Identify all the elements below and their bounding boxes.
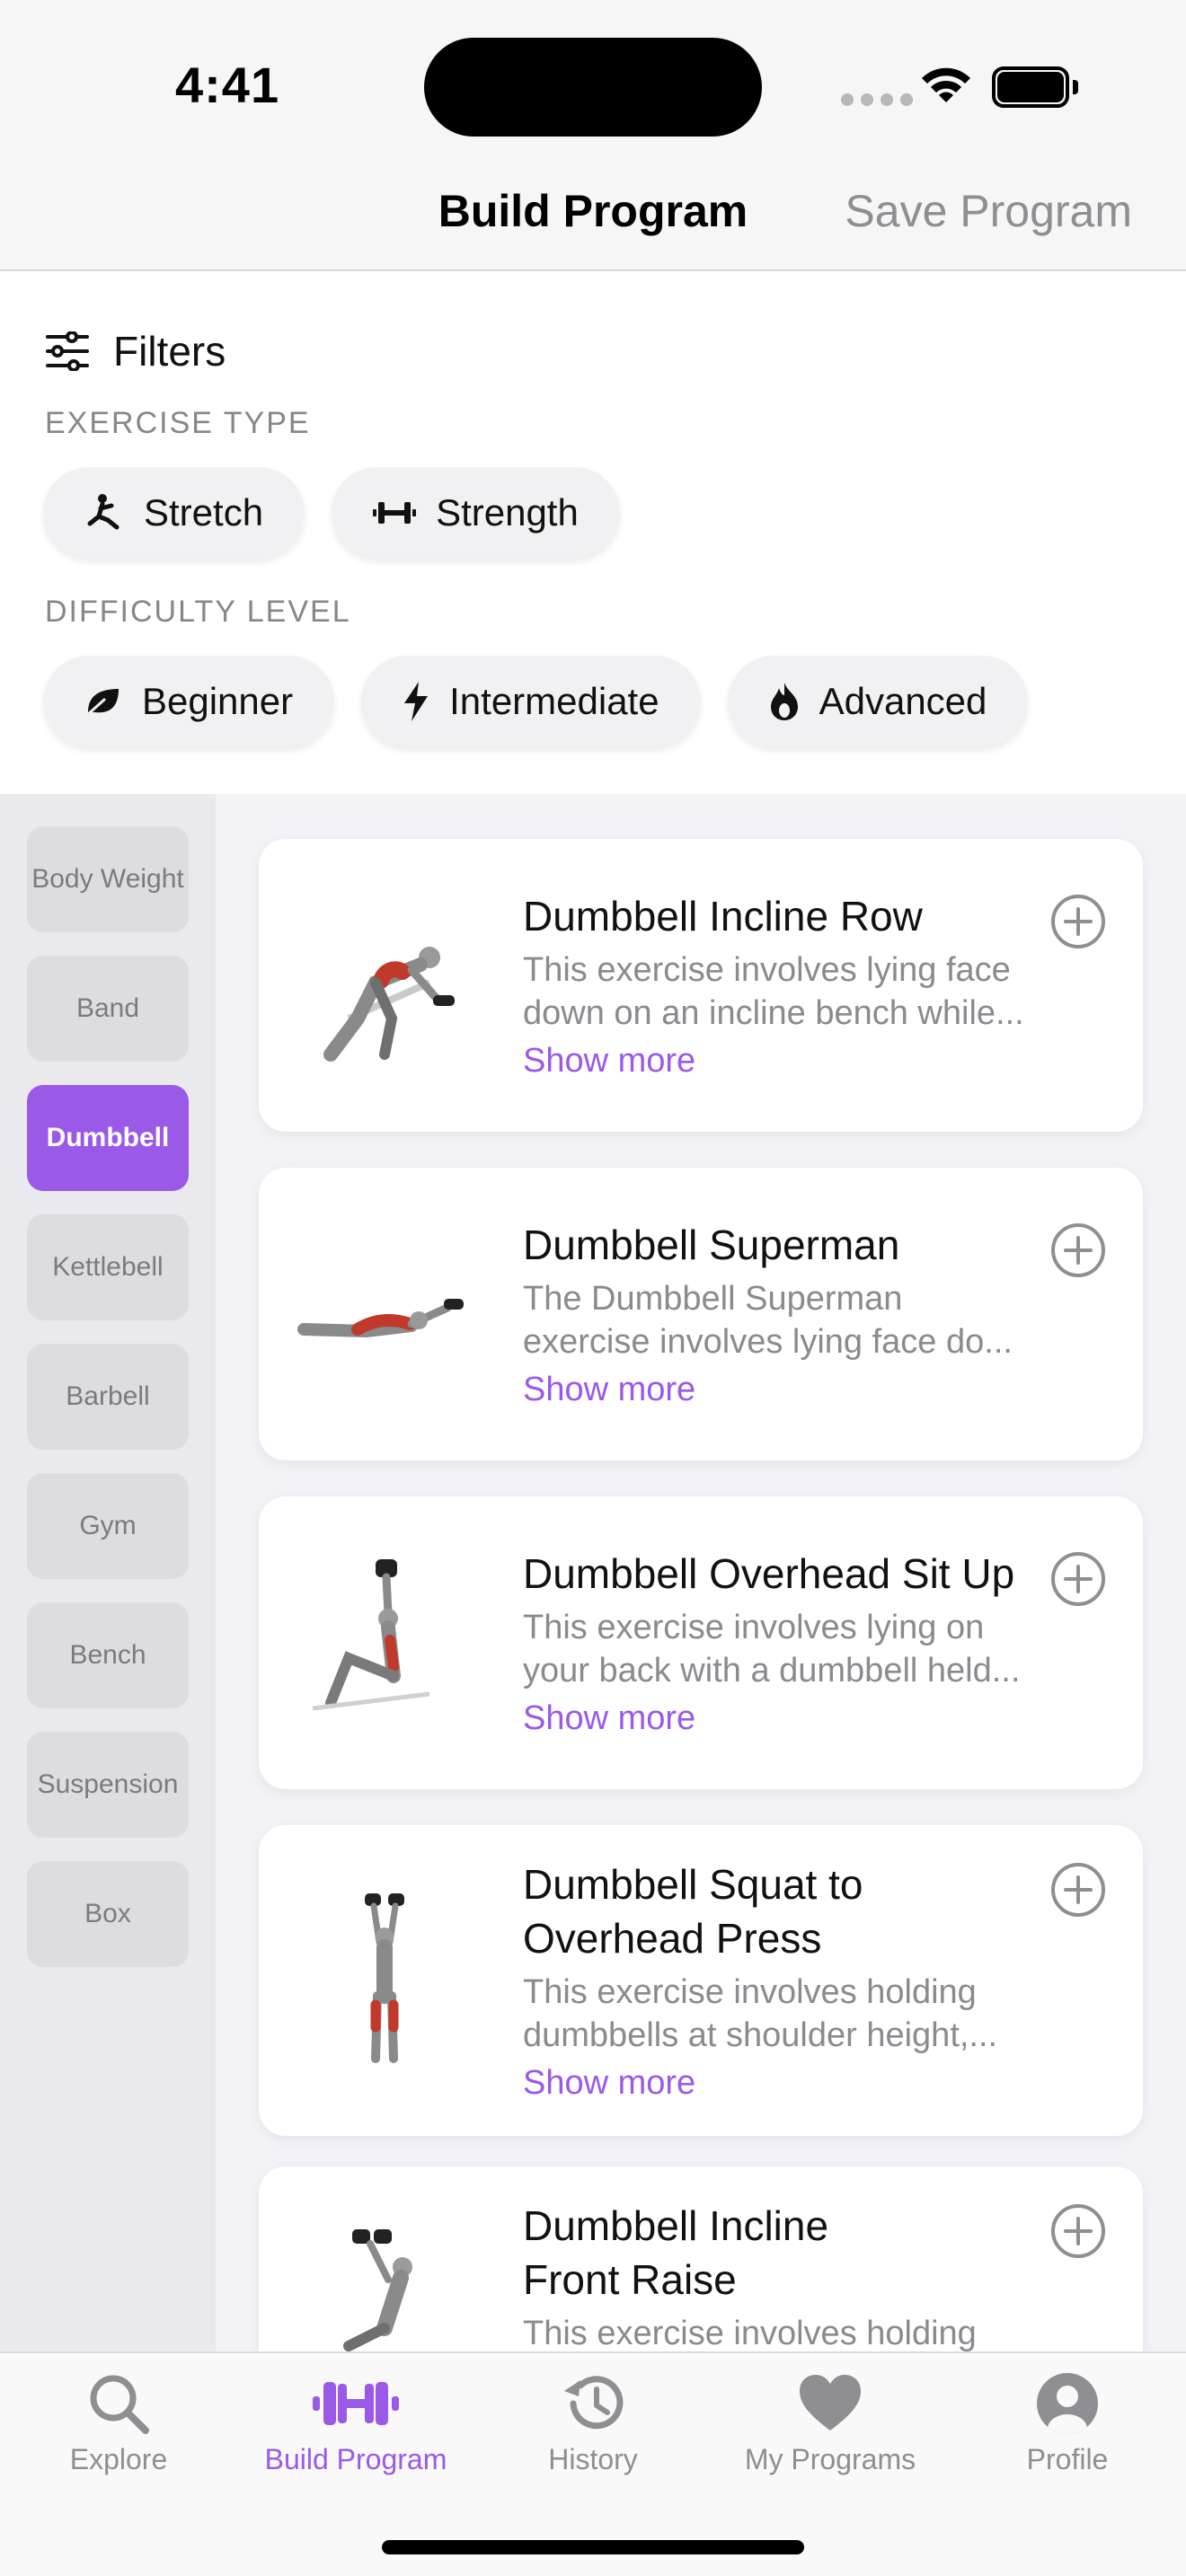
exercise-description: This exercise involves holding xyxy=(523,2315,977,2351)
chip-label: Strength xyxy=(436,491,579,534)
exercise-description: The Dumbbell Superman exercise involves … xyxy=(523,1280,1013,1361)
tab-label: Explore xyxy=(69,2443,168,2475)
exercise-title: Dumbbell Incline Row xyxy=(523,893,923,940)
equipment-body-weight[interactable]: Body Weight xyxy=(27,826,189,932)
exercise-card[interactable]: Dumbbell Overhead Sit Up This exercise i… xyxy=(259,1496,1143,1789)
status-bar: 4:41 xyxy=(0,0,1186,162)
chip-label: Stretch xyxy=(144,491,264,534)
exercise-title: Dumbbell Squat to Overhead Press xyxy=(523,1861,863,1962)
difficulty-level-label: DIFFICULTY LEVEL xyxy=(45,595,351,629)
leaf-icon xyxy=(84,689,119,718)
history-icon xyxy=(564,2376,624,2430)
status-time: 4:41 xyxy=(175,57,280,113)
tab-build-program[interactable]: Build Program xyxy=(237,2369,474,2495)
equipment-gym[interactable]: Gym xyxy=(27,1473,189,1579)
add-circle-icon[interactable] xyxy=(1049,1550,1107,1608)
exercise-description: This exercise involves lying on your bac… xyxy=(523,1609,1021,1689)
exercise-illustration xyxy=(343,2229,412,2351)
chip-label: Intermediate xyxy=(449,680,659,722)
search-icon xyxy=(90,2375,149,2434)
show-more-link[interactable]: Show more xyxy=(523,1042,695,1081)
equipment-bench[interactable]: Bench xyxy=(27,1602,189,1708)
profile-icon xyxy=(1037,2373,1098,2434)
sliders-icon xyxy=(46,331,89,371)
exercise-type-label: EXERCISE TYPE xyxy=(45,406,311,440)
equipment-band[interactable]: Band xyxy=(27,956,189,1062)
tab-history[interactable]: History xyxy=(474,2369,712,2495)
equipment-sidebar: Body Weight Band Dumbbell Kettlebell Bar… xyxy=(0,794,216,2351)
add-circle-icon[interactable] xyxy=(1049,893,1107,950)
dynamic-island xyxy=(424,38,762,137)
filters-panel: Filters EXERCISE TYPE Stretch Strength D… xyxy=(0,271,1186,794)
chip-intermediate[interactable]: Intermediate xyxy=(361,656,701,747)
exercise-type-chips: Stretch Strength xyxy=(43,467,620,559)
equipment-barbell[interactable]: Barbell xyxy=(27,1344,189,1450)
equipment-box[interactable]: Box xyxy=(27,1861,189,1967)
add-circle-icon[interactable] xyxy=(1049,1861,1107,1919)
save-program-button[interactable]: Save Program xyxy=(845,185,1132,237)
exercise-title: Dumbbell Incline Front Raise xyxy=(523,2202,829,2303)
exercise-illustration xyxy=(297,1299,464,1338)
exercise-illustration xyxy=(312,1559,430,1711)
show-more-link[interactable]: Show more xyxy=(523,1699,695,1738)
show-more-link[interactable]: Show more xyxy=(523,1371,695,1409)
chip-label: Beginner xyxy=(142,680,294,722)
tab-my-programs[interactable]: My Programs xyxy=(712,2369,949,2495)
exercise-card[interactable]: Dumbbell Squat to Overhead Press This ex… xyxy=(259,1825,1143,2136)
exercise-title: Dumbbell Overhead Sit Up xyxy=(523,1550,1015,1597)
exercise-illustration xyxy=(323,947,455,1062)
show-more-link[interactable]: Show more xyxy=(523,2064,695,2103)
home-indicator[interactable] xyxy=(382,2540,804,2554)
dumbbell-icon xyxy=(313,2382,399,2425)
equipment-kettlebell[interactable]: Kettlebell xyxy=(27,1214,189,1320)
exercise-card[interactable]: Dumbbell Incline Row This exercise invol… xyxy=(259,839,1143,1132)
chip-label: Advanced xyxy=(819,680,987,722)
filters-title: Filters xyxy=(113,328,226,375)
battery-icon xyxy=(992,66,1078,108)
filters-header[interactable]: Filters xyxy=(45,327,226,375)
tab-label: My Programs xyxy=(744,2443,916,2475)
equipment-dumbbell[interactable]: Dumbbell xyxy=(27,1085,189,1191)
chip-beginner[interactable]: Beginner xyxy=(43,656,335,747)
exercise-illustration xyxy=(365,1893,404,2063)
tab-label: History xyxy=(548,2443,638,2475)
exercise-card[interactable]: Dumbbell Incline Front Raise This exerci… xyxy=(259,2166,1143,2351)
bolt-icon xyxy=(404,682,429,721)
navigation-bar: Build Program Save Program xyxy=(0,162,1186,271)
exercise-description: This exercise involves holding dumbbells… xyxy=(523,1973,998,2054)
tab-label: Build Program xyxy=(264,2443,447,2475)
chip-advanced[interactable]: Advanced xyxy=(727,656,1029,747)
exercise-card[interactable]: Dumbbell Superman The Dumbbell Superman … xyxy=(259,1168,1143,1460)
tab-label: Profile xyxy=(1026,2443,1109,2475)
heart-icon xyxy=(800,2375,861,2430)
cellular-signal-icon xyxy=(841,93,913,106)
wifi-icon xyxy=(922,67,970,102)
exercise-description: This exercise involves lying face down o… xyxy=(523,951,1024,1032)
add-circle-icon[interactable] xyxy=(1049,1222,1107,1279)
difficulty-chips: Beginner Intermediate Advanced xyxy=(43,656,1029,747)
add-circle-icon[interactable] xyxy=(1049,2202,1107,2260)
main-content: Body Weight Band Dumbbell Kettlebell Bar… xyxy=(0,794,1186,2351)
dumbbell-icon xyxy=(373,502,417,524)
equipment-suspension[interactable]: Suspension xyxy=(27,1732,189,1838)
chip-strength[interactable]: Strength xyxy=(332,467,620,559)
tab-explore[interactable]: Explore xyxy=(0,2369,237,2495)
tab-profile[interactable]: Profile xyxy=(949,2369,1186,2495)
exercise-title: Dumbbell Superman xyxy=(523,1222,900,1268)
flame-icon xyxy=(770,683,798,720)
stretch-icon xyxy=(87,494,119,530)
chip-stretch[interactable]: Stretch xyxy=(43,467,305,559)
